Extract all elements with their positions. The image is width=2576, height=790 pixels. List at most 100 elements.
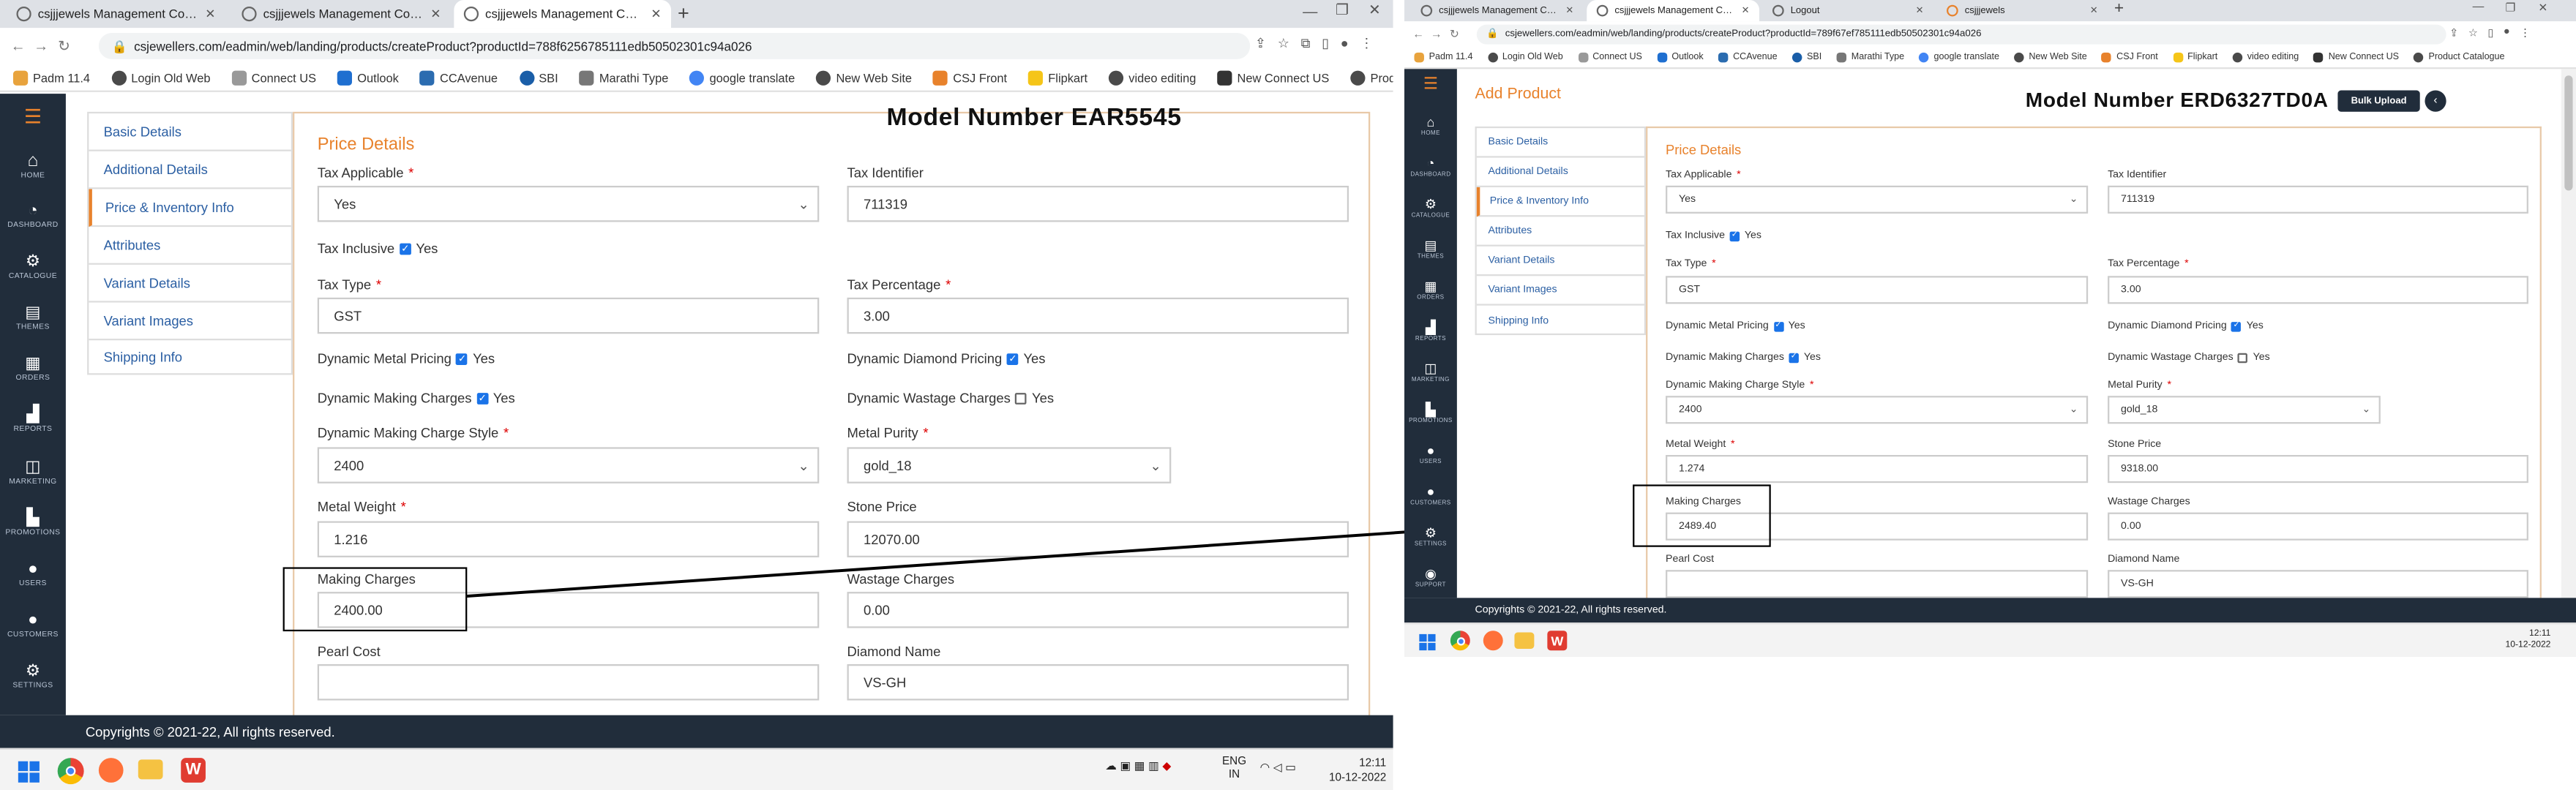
bookmark[interactable]: Login Old Web — [1487, 52, 1563, 63]
tax-inclusive-checkbox-row[interactable]: Tax Inclusive ✓ Yes — [1666, 230, 1761, 241]
stone-price-input[interactable]: 9318.00 — [2108, 455, 2528, 484]
menu-icon[interactable]: ⋮ — [2520, 26, 2531, 40]
dynamic-wastage-charges-row[interactable]: Dynamic Wastage Charges ✓ Yes — [2108, 352, 2270, 364]
checkbox-checked-icon[interactable]: ✓ — [1729, 230, 1740, 241]
sidebar-item-users[interactable]: ● USERS — [1404, 443, 1457, 464]
sidebar-item-themes[interactable]: ▤ THEMES — [1404, 238, 1457, 260]
sidebar-item-dashboard[interactable]: ◔ DASHBOARD — [1404, 156, 1457, 177]
browser-tab[interactable]: csjjjewels Management Console ✕ — [1411, 0, 1584, 21]
reload-icon[interactable]: ↻ — [1445, 28, 1464, 41]
url-omnibox[interactable]: 🔒 csjewellers.com/eadmin/web/landing/prod… — [1476, 24, 2446, 45]
browser-tab[interactable]: Logout ✕ — [1763, 0, 1934, 21]
scrollbar-thumb[interactable] — [2564, 75, 2573, 191]
tax-type-input[interactable]: GST — [1666, 276, 2089, 304]
input-value: 3.00 — [2121, 284, 2141, 296]
themes-icon: ▤ — [1424, 238, 1437, 253]
hamburger-icon[interactable]: ☰ — [1404, 75, 1457, 94]
nav-label: Additional Details — [1488, 165, 1568, 178]
firefox-icon[interactable] — [1483, 631, 1503, 651]
close-icon[interactable]: ✕ — [1742, 6, 1750, 15]
metal-weight-input[interactable]: 1.274 — [1666, 455, 2089, 484]
bulk-upload-button[interactable]: Bulk Upload — [2337, 90, 2420, 112]
checkbox-checked-icon[interactable]: ✓ — [1789, 353, 1800, 363]
sidebar-item-orders[interactable]: ▦ ORDERS — [1404, 279, 1457, 301]
close-icon[interactable]: ✕ — [1565, 6, 1573, 15]
nav-label: Variant Details — [1488, 255, 1555, 266]
bookmark[interactable]: Padm 11.4 — [1414, 52, 1473, 63]
bookmark[interactable]: New Connect US — [2313, 52, 2399, 63]
nav-attributes[interactable]: Attributes — [1476, 217, 1644, 247]
label-text: Wastage Charges — [2108, 496, 2190, 508]
tax-percentage-input[interactable]: 3.00 — [2108, 276, 2528, 304]
nav-shipping-info[interactable]: Shipping Info — [1477, 306, 1644, 335]
wastage-charges-input[interactable]: 0.00 — [2108, 512, 2528, 541]
sidebar-item-settings[interactable]: ⚙ SETTINGS — [1404, 526, 1457, 547]
back-arrow-icon[interactable]: ‹ — [2425, 90, 2446, 112]
profile-icon[interactable]: ● — [2504, 26, 2510, 40]
bookmark[interactable]: Outlook — [1657, 52, 1704, 63]
making-charge-style-select[interactable]: 2400 ⌄ — [1666, 396, 2089, 424]
dynamic-making-charges-row[interactable]: Dynamic Making Charges ✓ Yes — [1666, 352, 1821, 364]
bookmark[interactable]: google translate — [1919, 52, 1999, 63]
wps-office-icon[interactable]: W — [1547, 631, 1568, 651]
dynamic-diamond-pricing-row[interactable]: Dynamic Diamond Pricing ✓ Yes — [2108, 320, 2264, 332]
sidebar-item-marketing[interactable]: ◫ MARKETING — [1404, 361, 1457, 383]
minimize-icon[interactable]: — — [2473, 1, 2485, 13]
sidebar-item-customers[interactable]: ● CUSTOMERS — [1404, 484, 1457, 505]
close-icon[interactable]: ✕ — [1916, 6, 1924, 15]
checkbox-label: Yes — [1744, 230, 1762, 242]
file-explorer-icon[interactable] — [1514, 632, 1535, 649]
nav-additional-details[interactable]: Additional Details — [1476, 158, 1644, 187]
bookmark[interactable]: Marathi Type — [1836, 52, 1904, 63]
diamond-name-input[interactable]: VS-GH — [2108, 570, 2528, 598]
browser-tab-active[interactable]: csjjjewels Management Console ✕ — [1587, 0, 1760, 22]
bookmark[interactable]: Product Catalogue — [2414, 52, 2505, 63]
label-text: Tax Percentage — [2108, 257, 2180, 270]
page-icon — [2313, 52, 2324, 63]
close-icon[interactable]: ✕ — [2090, 6, 2098, 15]
tax-identifier-input[interactable]: 711319 — [2108, 185, 2528, 214]
sidebar-icon[interactable]: ▯ — [2487, 26, 2493, 40]
forward-icon[interactable]: → — [1427, 29, 1445, 40]
nav-label: Basic Details — [1488, 136, 1549, 148]
nav-price-inventory[interactable]: Price & Inventory Info — [1476, 187, 1644, 217]
tax-applicable-select[interactable]: Yes ⌄ — [1666, 185, 2089, 214]
bookmark[interactable]: New Web Site — [2014, 52, 2087, 63]
nav-basic-details[interactable]: Basic Details — [1476, 128, 1644, 158]
required-mark: * — [1737, 169, 1741, 181]
sidebar-item-support[interactable]: ◉ SUPPORT — [1404, 567, 1457, 588]
chrome-icon[interactable] — [1450, 631, 1470, 651]
back-icon[interactable]: ← — [1409, 29, 1428, 40]
nav-variant-images[interactable]: Variant Images — [1476, 276, 1644, 306]
chevron-down-icon: ⌄ — [2069, 193, 2078, 206]
sidebar-item-promotions[interactable]: ▙ PROMOTIONS — [1404, 402, 1457, 424]
checkbox-unchecked-icon[interactable]: ✓ — [2238, 352, 2248, 363]
nav-variant-details[interactable]: Variant Details — [1476, 247, 1644, 276]
windows-start-icon[interactable] — [1418, 633, 1436, 651]
checkbox-checked-icon[interactable]: ✓ — [2231, 320, 2242, 331]
sbi-icon — [1791, 52, 1802, 63]
restore-icon[interactable]: ❐ — [2505, 1, 2515, 15]
dynamic-metal-pricing-row[interactable]: Dynamic Metal Pricing ✓ Yes — [1666, 320, 1805, 332]
bookmark[interactable]: video editing — [2232, 52, 2299, 63]
bookmark[interactable]: Flipkart — [2172, 52, 2217, 63]
browser-tab[interactable]: csjjjewels ✕ — [1937, 0, 2108, 21]
close-window-icon[interactable]: ✕ — [2538, 1, 2547, 15]
tab-title: Logout — [1790, 5, 1820, 16]
sidebar-item-reports[interactable]: ▟ REPORTS — [1404, 320, 1457, 342]
pearl-cost-input[interactable] — [1666, 570, 2089, 598]
new-tab-icon[interactable]: + — [2114, 0, 2124, 18]
bookmark[interactable]: SBI — [1791, 52, 1821, 63]
checkbox-checked-icon[interactable]: ✓ — [1773, 320, 1783, 331]
share-icon[interactable]: ⇪ — [2449, 26, 2458, 40]
clock[interactable]: 12:11 10-12-2022 — [2505, 629, 2550, 652]
bookmark[interactable]: Connect US — [1578, 52, 1642, 63]
sidebar-item-catalogue[interactable]: ⚙ CATALOGUE — [1404, 197, 1457, 218]
sidebar-item-home[interactable]: ⌂ HOME — [1404, 115, 1457, 136]
metal-purity-select[interactable]: gold_18 ⌄ — [2108, 396, 2381, 424]
promotions-icon: ▙ — [1426, 402, 1436, 418]
star-icon[interactable]: ☆ — [2468, 26, 2478, 40]
bookmark[interactable]: CCAvenue — [1718, 52, 1778, 63]
page-scrollbar[interactable] — [2561, 69, 2576, 598]
bookmark[interactable]: CSJ Front — [2101, 52, 2158, 63]
